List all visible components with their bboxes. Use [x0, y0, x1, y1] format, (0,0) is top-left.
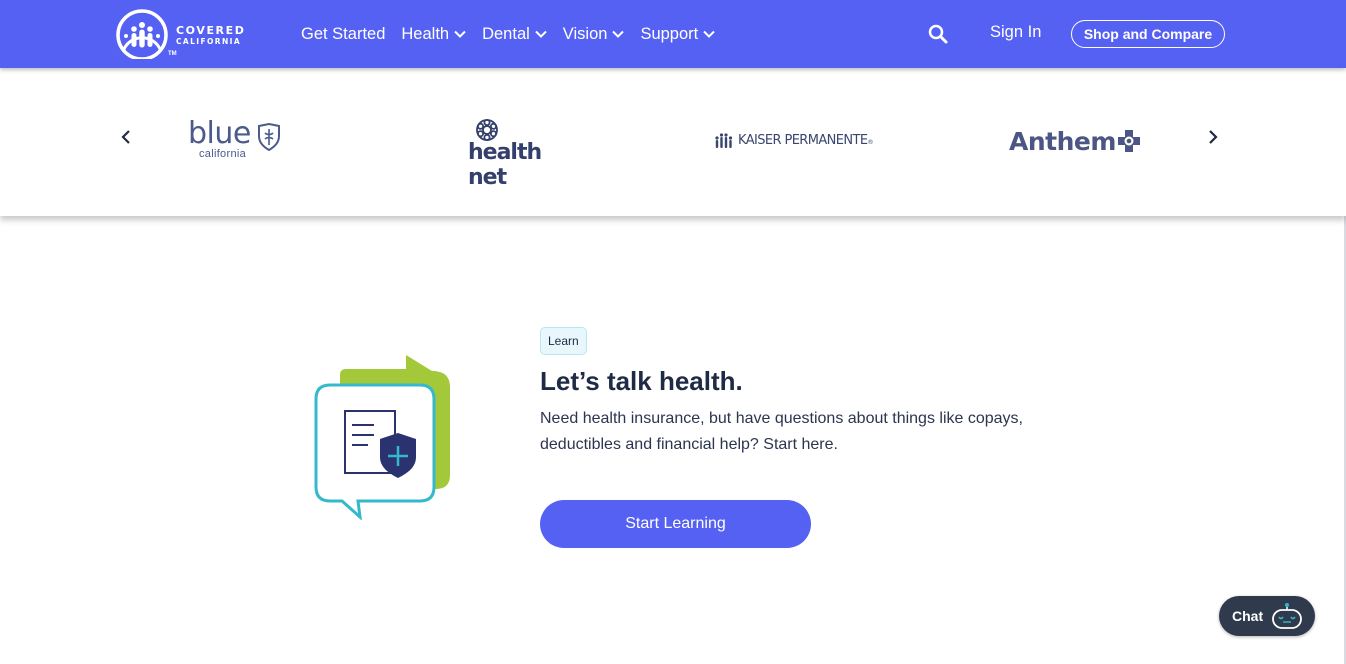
- chatbot-icon: [1272, 603, 1302, 629]
- nav-label: Health: [401, 24, 450, 43]
- carrier-anthem[interactable]: Anthem: [1009, 126, 1144, 158]
- logo-trademark: TM: [168, 51, 177, 57]
- nav-label: Get Started: [301, 24, 386, 43]
- carrier-name: Anthem: [1009, 127, 1116, 156]
- anthem-cross-icon: [1118, 130, 1140, 152]
- main-nav: Get Started Health Dental Vision Support: [301, 0, 731, 68]
- carrier-name: health net: [468, 140, 542, 190]
- carrier-name: KAISER PERMANENTE®: [738, 133, 874, 148]
- shop-and-compare-button[interactable]: Shop and Compare: [1071, 20, 1225, 48]
- covered-california-logo-mark-icon: [116, 9, 168, 61]
- top-navigation-bar: COVERED CALIFORNIA TM Get Started Health…: [0, 0, 1346, 68]
- nav-dental[interactable]: Dental: [482, 14, 547, 54]
- nav-label: Support: [640, 24, 699, 43]
- sign-in-link[interactable]: Sign In: [990, 23, 1041, 42]
- carrier-blue-shield-california[interactable]: blue california: [188, 116, 283, 160]
- registered-mark: ®: [867, 139, 873, 146]
- logo-line-2: CALIFORNIA: [176, 37, 242, 46]
- kaiser-permanente-logo-icon: [715, 133, 733, 148]
- carrier-health-net[interactable]: health net: [468, 118, 563, 190]
- learn-illustration: [312, 355, 454, 521]
- nav-vision[interactable]: Vision: [563, 14, 625, 54]
- chevron-down-icon: [535, 30, 547, 38]
- carrier-carousel: blue california health net KAISER PERMAN…: [0, 68, 1346, 216]
- logo-wordmark: COVERED CALIFORNIA: [176, 25, 245, 46]
- learn-tag: Learn: [540, 327, 587, 355]
- start-learning-button[interactable]: Start Learning: [540, 500, 811, 548]
- chevron-down-icon: [612, 30, 625, 38]
- chat-button[interactable]: Chat: [1219, 596, 1315, 636]
- health-net-logo-icon: [476, 119, 498, 141]
- carrier-name: blue: [188, 116, 251, 151]
- nav-label: Dental: [482, 24, 530, 43]
- chevron-right-icon: [1209, 130, 1218, 144]
- chat-bubble-document-shield-icon: [314, 355, 450, 521]
- carousel-prev-button[interactable]: [119, 128, 135, 146]
- search-icon: [928, 24, 948, 44]
- carrier-kaiser-permanente[interactable]: KAISER PERMANENTE®: [713, 130, 883, 152]
- nav-label: Vision: [562, 24, 608, 43]
- chevron-down-icon: [703, 30, 715, 38]
- carousel-next-button[interactable]: [1205, 128, 1221, 146]
- nav-health[interactable]: Health: [401, 14, 466, 54]
- carrier-name-text: KAISER PERMANENTE: [738, 133, 868, 148]
- chevron-left-icon: [121, 130, 130, 144]
- carrier-subname: california: [199, 148, 247, 160]
- nav-support[interactable]: Support: [640, 14, 715, 54]
- blue-shield-icon: [258, 123, 280, 151]
- logo-line-1: COVERED: [176, 24, 246, 37]
- search-button[interactable]: [927, 23, 949, 45]
- chevron-down-icon: [454, 30, 466, 38]
- chat-label: Chat: [1232, 608, 1264, 624]
- learn-heading: Let’s talk health.: [540, 366, 743, 396]
- learn-description: Need health insurance, but have question…: [540, 410, 1023, 453]
- covered-california-logo[interactable]: COVERED CALIFORNIA TM: [114, 9, 254, 61]
- nav-get-started[interactable]: Get Started: [301, 14, 385, 54]
